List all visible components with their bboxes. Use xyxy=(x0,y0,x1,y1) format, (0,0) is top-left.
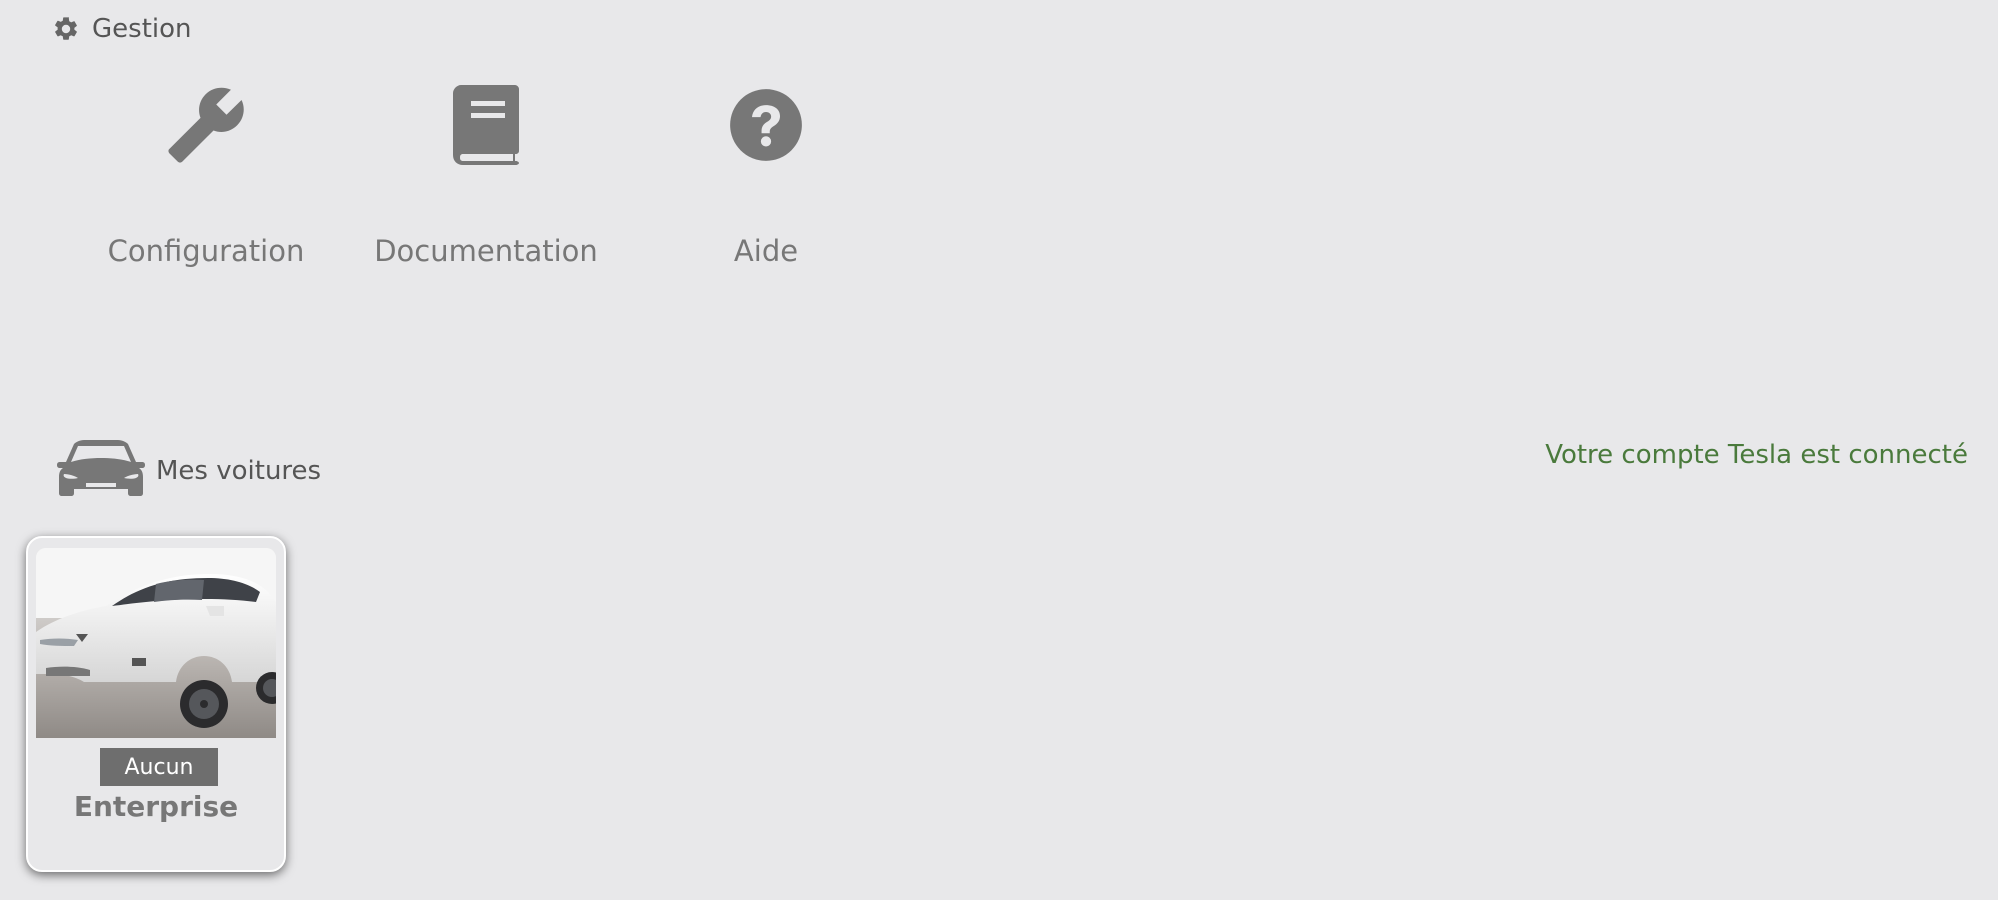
car-name: Enterprise xyxy=(73,790,239,823)
car-card[interactable]: Aucun Enterprise xyxy=(26,536,286,872)
gestion-title: Gestion xyxy=(92,14,192,44)
cars-title: Mes voitures xyxy=(156,456,322,486)
documentation-label: Documentation xyxy=(374,234,598,268)
aide-label: Aide xyxy=(733,234,799,268)
book-icon xyxy=(445,84,527,166)
configuration-label: Configuration xyxy=(107,234,305,268)
account-status: Votre compte Tesla est connecté xyxy=(1545,440,1968,470)
cars-section-header: Mes voitures xyxy=(52,440,321,502)
configuration-tile[interactable]: Configuration xyxy=(66,84,346,268)
car-status-badge: Aucun xyxy=(100,748,218,786)
car-icon xyxy=(52,440,150,502)
question-circle-icon xyxy=(725,84,807,166)
gestion-tiles: Configuration Documentation Aide xyxy=(66,84,906,268)
aide-tile[interactable]: Aide xyxy=(626,84,906,268)
gear-icon xyxy=(52,15,80,43)
gestion-section-header: Gestion xyxy=(52,14,192,44)
documentation-tile[interactable]: Documentation xyxy=(346,84,626,268)
wrench-icon xyxy=(165,84,247,166)
car-photo xyxy=(36,548,276,738)
